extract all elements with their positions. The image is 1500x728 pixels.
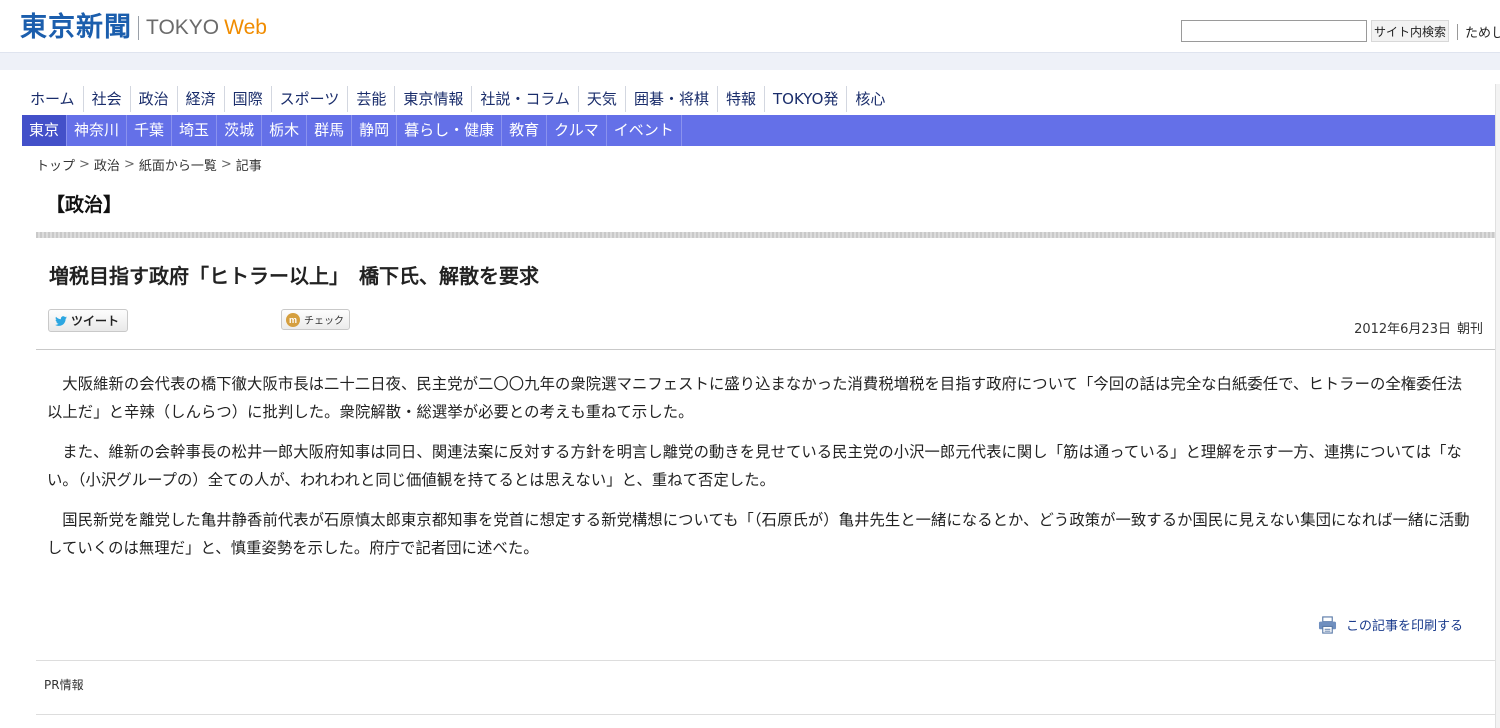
site-header: 東京新聞 TOKYO Web サイト内検索 ためし: [0, 0, 1500, 52]
region-item-chiba[interactable]: 千葉: [127, 115, 173, 146]
nav-item-go-shogi[interactable]: 囲碁・将棋: [626, 86, 718, 112]
breadcrumb-separator: >: [220, 157, 232, 172]
article-paragraph: 国民新党を離党した亀井静香前代表が石原慎太郎東京都知事を党首に想定する新党構想に…: [47, 511, 1470, 557]
nav-item-special[interactable]: 特報: [718, 86, 765, 112]
pr-info-label: PR情報: [44, 678, 84, 692]
article-paragraph: 大阪維新の会代表の橋下徹大阪市長は二十二日夜、民主党が二〇〇九年の衆院選マニフェ…: [47, 375, 1463, 421]
region-item-saitama[interactable]: 埼玉: [172, 115, 218, 146]
breadcrumb-separator: >: [123, 157, 135, 172]
article-dateline: 2012年6月23日 朝刊: [1354, 318, 1483, 337]
breadcrumb: トップ > 政治 > 紙面から一覧 > 記事: [36, 155, 262, 174]
article-divider: [36, 349, 1495, 350]
region-item-tokyo[interactable]: 東京: [22, 115, 68, 146]
mixi-icon: m: [286, 312, 300, 327]
nav-item-sports[interactable]: スポーツ: [272, 86, 349, 112]
try-link[interactable]: ためし: [1465, 22, 1500, 41]
nav-item-entertainment[interactable]: 芸能: [348, 86, 396, 112]
logo-kanji: 東京新聞: [20, 12, 132, 43]
region-nav: 東京 神奈川 千葉 埼玉 茨城 栃木 群馬 静岡 暮らし・健康 教育 クルマ イ…: [22, 115, 1500, 146]
main-nav: ホーム 社会 政治 経済 国際 スポーツ 芸能 東京情報 社説・コラム 天気 囲…: [22, 84, 893, 114]
nav-item-core[interactable]: 核心: [847, 86, 893, 112]
site-search-input[interactable]: [1181, 20, 1367, 42]
region-item-living-health[interactable]: 暮らし・健康: [397, 115, 503, 146]
nav-item-tokyo-hatsu[interactable]: TOKYO発: [765, 86, 848, 112]
region-item-shizuoka[interactable]: 静岡: [352, 115, 398, 146]
logo-tokyo: TOKYO: [146, 16, 220, 39]
region-item-events[interactable]: イベント: [607, 115, 682, 146]
breadcrumb-current: 記事: [235, 159, 262, 174]
tweet-button[interactable]: ツイート: [48, 309, 128, 332]
article-headline: 増税目指す政府「ヒトラー以上」 橋下氏、解散を要求: [49, 264, 539, 288]
region-item-education[interactable]: 教育: [502, 115, 548, 146]
region-item-gunma[interactable]: 群馬: [307, 115, 353, 146]
breadcrumb-list[interactable]: 紙面から一覧: [139, 155, 217, 174]
section-divider: [36, 232, 1495, 238]
article-paragraph: また、維新の会幹事長の松井一郎大阪府知事は同日、関連法案に反対する方針を明言し離…: [47, 443, 1462, 489]
breadcrumb-politics[interactable]: 政治: [94, 155, 120, 174]
site-search-button[interactable]: サイト内検索: [1371, 20, 1449, 42]
printer-icon: [1318, 615, 1337, 634]
twitter-bird-icon: [55, 315, 67, 326]
region-item-cars[interactable]: クルマ: [547, 115, 607, 146]
nav-item-international[interactable]: 国際: [225, 86, 272, 112]
article-body: 大阪維新の会代表の橋下徹大阪市長は二十二日夜、民主党が二〇〇九年の衆院選マニフェ…: [47, 370, 1477, 574]
nav-item-economy[interactable]: 経済: [178, 86, 225, 112]
pr-divider-top: [36, 660, 1495, 661]
tweet-label: ツイート: [71, 314, 120, 328]
logo-web: Web: [224, 16, 267, 39]
nav-item-politics[interactable]: 政治: [131, 86, 178, 112]
region-item-tochigi[interactable]: 栃木: [262, 115, 308, 146]
breadcrumb-separator: >: [79, 157, 90, 172]
check-label: チェック: [304, 316, 344, 327]
logo-separator: [138, 16, 139, 40]
nav-item-editorial[interactable]: 社説・コラム: [472, 86, 579, 112]
pr-divider-bottom: [36, 714, 1495, 715]
article-edition: 朝刊: [1456, 322, 1483, 337]
print-article-link[interactable]: この記事を印刷する: [1318, 615, 1463, 634]
header-divider: [1457, 24, 1458, 40]
nav-item-home[interactable]: ホーム: [22, 86, 84, 112]
nav-item-weather[interactable]: 天気: [579, 86, 626, 112]
breadcrumb-top[interactable]: トップ: [36, 155, 75, 174]
page-right-edge: [1495, 84, 1500, 728]
mixi-check-button[interactable]: m チェック: [281, 309, 350, 330]
site-logo[interactable]: 東京新聞 TOKYO Web: [20, 10, 267, 46]
region-item-kanagawa[interactable]: 神奈川: [67, 115, 128, 146]
print-label: この記事を印刷する: [1346, 619, 1464, 634]
nav-item-tokyo-info[interactable]: 東京情報: [395, 86, 473, 112]
header-band: [0, 52, 1500, 70]
article-date: 2012年6月23日: [1354, 322, 1451, 337]
section-title: 【政治】: [46, 194, 123, 216]
nav-item-society[interactable]: 社会: [84, 86, 131, 112]
region-item-ibaraki[interactable]: 茨城: [217, 115, 263, 146]
